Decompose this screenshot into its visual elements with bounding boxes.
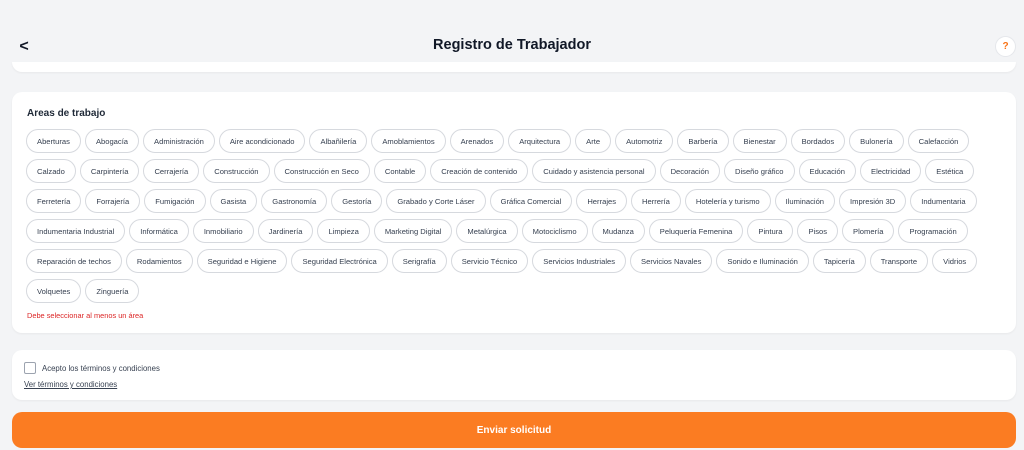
work-area-chip[interactable]: Rodamientos (125, 249, 193, 273)
work-area-chip[interactable]: Servicios Navales (630, 249, 713, 273)
work-area-chip[interactable]: Arenados (449, 129, 505, 153)
work-areas-chip-list: Aberturas Abogacía Administración Aire acon… (26, 129, 1006, 303)
work-areas-title: Areas de trabajo (27, 108, 106, 119)
help-button[interactable]: ? (995, 36, 1016, 57)
work-area-chip[interactable]: Calefacción (907, 129, 970, 153)
work-area-chip[interactable]: Iluminación (774, 189, 836, 213)
work-area-chip[interactable]: Herrería (631, 189, 681, 213)
work-area-chip[interactable]: Construcción en Seco (273, 159, 370, 183)
previous-section-card (12, 62, 1016, 72)
work-area-chip[interactable]: Aberturas (26, 129, 81, 153)
work-area-chip[interactable]: Pintura (747, 219, 794, 243)
work-area-chip[interactable]: Estética (925, 159, 975, 183)
work-areas-card: Areas de trabajo Aberturas Abogacía Admini… (12, 92, 1016, 333)
work-area-chip[interactable]: Impresión 3D (839, 189, 907, 213)
work-area-chip[interactable]: Barbería (677, 129, 729, 153)
work-area-chip[interactable]: Calzado (26, 159, 76, 183)
work-area-chip[interactable]: Herrajes (576, 189, 628, 213)
work-area-chip[interactable]: Marketing Digital (373, 219, 453, 243)
work-area-chip[interactable]: Amoblamientos (371, 129, 446, 153)
work-area-chip[interactable]: Cerrajería (143, 159, 200, 183)
work-area-chip[interactable]: Arquitectura (508, 129, 572, 153)
work-area-chip[interactable]: Bordados (790, 129, 846, 153)
work-area-chip[interactable]: Grabado y Corte Láser (386, 189, 486, 213)
work-area-chip[interactable]: Serigrafía (391, 249, 447, 273)
work-area-chip[interactable]: Sonido e Iluminación (716, 249, 809, 273)
work-area-chip[interactable]: Educación (798, 159, 856, 183)
work-area-chip[interactable]: Bienestar (732, 129, 787, 153)
view-terms-link[interactable]: Ver términos y condiciones (24, 380, 117, 389)
work-area-chip[interactable]: Aire acondicionado (218, 129, 306, 153)
work-area-chip[interactable]: Construcción (203, 159, 270, 183)
work-areas-error: Debe seleccionar al menos un área (27, 311, 144, 320)
work-area-chip[interactable]: Hotelería y turismo (684, 189, 771, 213)
work-area-chip[interactable]: Zinguería (85, 279, 140, 303)
work-area-chip[interactable]: Peluquería Femenina (648, 219, 744, 243)
page-title: Registro de Trabajador (433, 37, 591, 53)
work-area-chip[interactable]: Vidrios (932, 249, 978, 273)
work-area-chip[interactable]: Limpieza (317, 219, 370, 243)
work-area-chip[interactable]: Informática (129, 219, 189, 243)
work-area-chip[interactable]: Plomería (842, 219, 895, 243)
work-area-chip[interactable]: Carpintería (79, 159, 140, 183)
terms-card: Acepto los términos y condiciones Ver té… (12, 350, 1016, 400)
work-area-chip[interactable]: Administración (143, 129, 215, 153)
work-area-chip[interactable]: Arte (575, 129, 612, 153)
work-area-chip[interactable]: Bulonería (849, 129, 904, 153)
question-icon: ? (1002, 41, 1009, 52)
work-area-chip[interactable]: Cuidado y asistencia personal (532, 159, 656, 183)
accept-terms-label[interactable]: Acepto los términos y condiciones (42, 364, 160, 373)
work-area-chip[interactable]: Motociclismo (521, 219, 588, 243)
work-area-chip[interactable]: Diseño gráfico (723, 159, 795, 183)
work-area-chip[interactable]: Volquetes (26, 279, 82, 303)
work-area-chip[interactable]: Contable (373, 159, 427, 183)
header: < Registro de Trabajador ? (0, 0, 1024, 70)
work-area-chip[interactable]: Seguridad Electrónica (291, 249, 388, 273)
work-area-chip[interactable]: Gasista (209, 189, 258, 213)
work-area-chip[interactable]: Jardinería (257, 219, 314, 243)
work-area-chip[interactable]: Metalúrgica (456, 219, 518, 243)
work-area-chip[interactable]: Tapicería (812, 249, 866, 273)
submit-button[interactable]: Enviar solicitud (12, 412, 1016, 448)
work-area-chip[interactable]: Gráfica Comercial (489, 189, 573, 213)
work-area-chip[interactable]: Pisos (797, 219, 839, 243)
work-area-chip[interactable]: Programación (898, 219, 968, 243)
work-area-chip[interactable]: Abogacía (84, 129, 140, 153)
work-area-chip[interactable]: Seguridad e Higiene (196, 249, 288, 273)
accept-terms-checkbox[interactable] (24, 362, 36, 374)
work-area-chip[interactable]: Forrajería (85, 189, 141, 213)
work-area-chip[interactable]: Decoración (659, 159, 720, 183)
work-area-chip[interactable]: Albañilería (309, 129, 368, 153)
work-area-chip[interactable]: Automotriz (615, 129, 674, 153)
work-area-chip[interactable]: Creación de contenido (430, 159, 529, 183)
work-area-chip[interactable]: Servicios Industriales (532, 249, 627, 273)
work-area-chip[interactable]: Gastronomía (261, 189, 328, 213)
work-area-chip[interactable]: Gestoría (331, 189, 383, 213)
work-area-chip[interactable]: Fumigación (144, 189, 206, 213)
work-area-chip[interactable]: Servicio Técnico (450, 249, 529, 273)
work-area-chip[interactable]: Indumentaria (910, 189, 977, 213)
work-area-chip[interactable]: Inmobiliario (192, 219, 254, 243)
work-area-chip[interactable]: Electricidad (860, 159, 922, 183)
work-area-chip[interactable]: Reparación de techos (26, 249, 122, 273)
work-area-chip[interactable]: Indumentaria Industrial (26, 219, 126, 243)
work-area-chip[interactable]: Transporte (869, 249, 929, 273)
work-area-chip[interactable]: Mudanza (591, 219, 645, 243)
work-area-chip[interactable]: Ferretería (26, 189, 82, 213)
